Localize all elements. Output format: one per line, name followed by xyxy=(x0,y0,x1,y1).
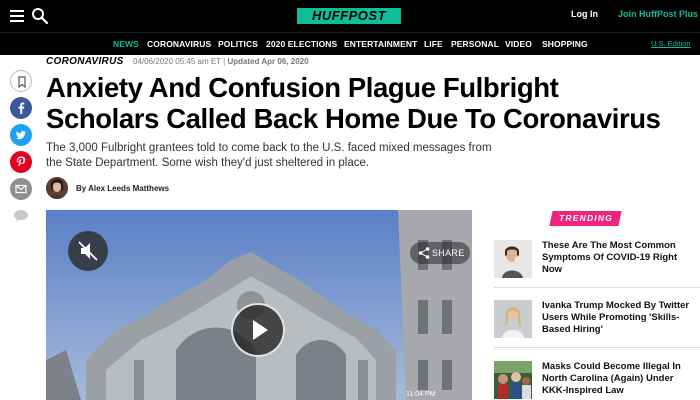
nav-item-shopping[interactable]: SHOPPING xyxy=(542,39,588,49)
trending-divider xyxy=(494,347,700,348)
trending-title[interactable]: Ivanka Trump Mocked By Twitter Users Whi… xyxy=(542,300,692,336)
join-huffpost-plus-link[interactable]: Join HuffPost Plus xyxy=(618,9,698,19)
comments-button[interactable] xyxy=(10,205,32,227)
article-dek: The 3,000 Fulbright grantees told to com… xyxy=(46,142,492,169)
author-byline[interactable]: By Alex Leeds Matthews xyxy=(76,184,169,193)
article-headline: Anxiety And Confusion Plague Fulbright S… xyxy=(46,72,661,134)
nav-item-video[interactable]: VIDEO xyxy=(505,39,532,49)
trending-title[interactable]: These Are The Most Common Symptoms Of CO… xyxy=(542,240,692,276)
logo-text: HUFFPOST xyxy=(311,8,387,23)
top-bar: HUFFPOST Log In Join HuffPost Plus xyxy=(0,0,700,32)
bookmark-icon xyxy=(18,76,26,89)
section-tag[interactable]: CORONAVIRUS xyxy=(46,56,124,67)
mute-button[interactable] xyxy=(68,231,108,271)
main-nav: NEWS CORONAVIRUS POLITICS 2020 ELECTIONS… xyxy=(0,32,700,55)
speaker-muted-icon xyxy=(78,241,98,261)
updated-date: Updated Apr 06, 2020 xyxy=(227,57,309,66)
facebook-icon xyxy=(18,102,25,114)
hamburger-menu-icon[interactable] xyxy=(10,10,24,22)
twitter-icon xyxy=(15,131,26,140)
nav-item-personal[interactable]: PERSONAL xyxy=(451,39,499,49)
trending-thumbnail[interactable] xyxy=(494,240,532,278)
bookmark-button[interactable] xyxy=(10,70,32,92)
comments-icon xyxy=(14,210,28,222)
pinterest-share-button[interactable] xyxy=(10,151,32,173)
nav-item-coronavirus[interactable]: CORONAVIRUS xyxy=(147,39,211,49)
article-dates: 04/06/2020 05:45 am ET | Updated Apr 06,… xyxy=(133,57,309,66)
trending-thumbnail[interactable] xyxy=(494,300,532,338)
published-date: 04/06/2020 05:45 am ET xyxy=(133,57,221,66)
trending-title[interactable]: Masks Could Become Illegal In North Caro… xyxy=(542,361,692,397)
video-player[interactable]: SHARE 11:04 PM xyxy=(46,210,472,400)
nav-item-news[interactable]: NEWS xyxy=(113,39,139,49)
nav-item-entertainment[interactable]: ENTERTAINMENT xyxy=(344,39,417,49)
search-icon[interactable] xyxy=(31,7,49,25)
huffpost-logo[interactable]: HUFFPOST xyxy=(297,8,401,24)
play-icon xyxy=(253,320,268,340)
login-link[interactable]: Log In xyxy=(571,9,598,19)
video-timestamp: 11:04 PM xyxy=(406,391,436,398)
share-icon xyxy=(418,247,430,259)
nav-item-politics[interactable]: POLITICS xyxy=(218,39,258,49)
trending-thumbnail[interactable] xyxy=(494,361,532,399)
share-label: SHARE xyxy=(432,248,465,258)
trending-divider xyxy=(494,287,700,288)
trending-label: TRENDING xyxy=(559,213,613,223)
pinterest-icon xyxy=(16,156,26,167)
email-icon xyxy=(15,184,27,194)
play-button[interactable] xyxy=(231,303,285,357)
author-avatar[interactable] xyxy=(46,177,68,199)
nav-item-2020-elections[interactable]: 2020 ELECTIONS xyxy=(266,39,337,49)
facebook-share-button[interactable] xyxy=(10,97,32,119)
nav-item-life[interactable]: LIFE xyxy=(424,39,443,49)
edition-selector[interactable]: U.S. Edition xyxy=(651,39,691,48)
twitter-share-button[interactable] xyxy=(10,124,32,146)
email-share-button[interactable] xyxy=(10,178,32,200)
video-share-button[interactable]: SHARE xyxy=(410,242,470,264)
